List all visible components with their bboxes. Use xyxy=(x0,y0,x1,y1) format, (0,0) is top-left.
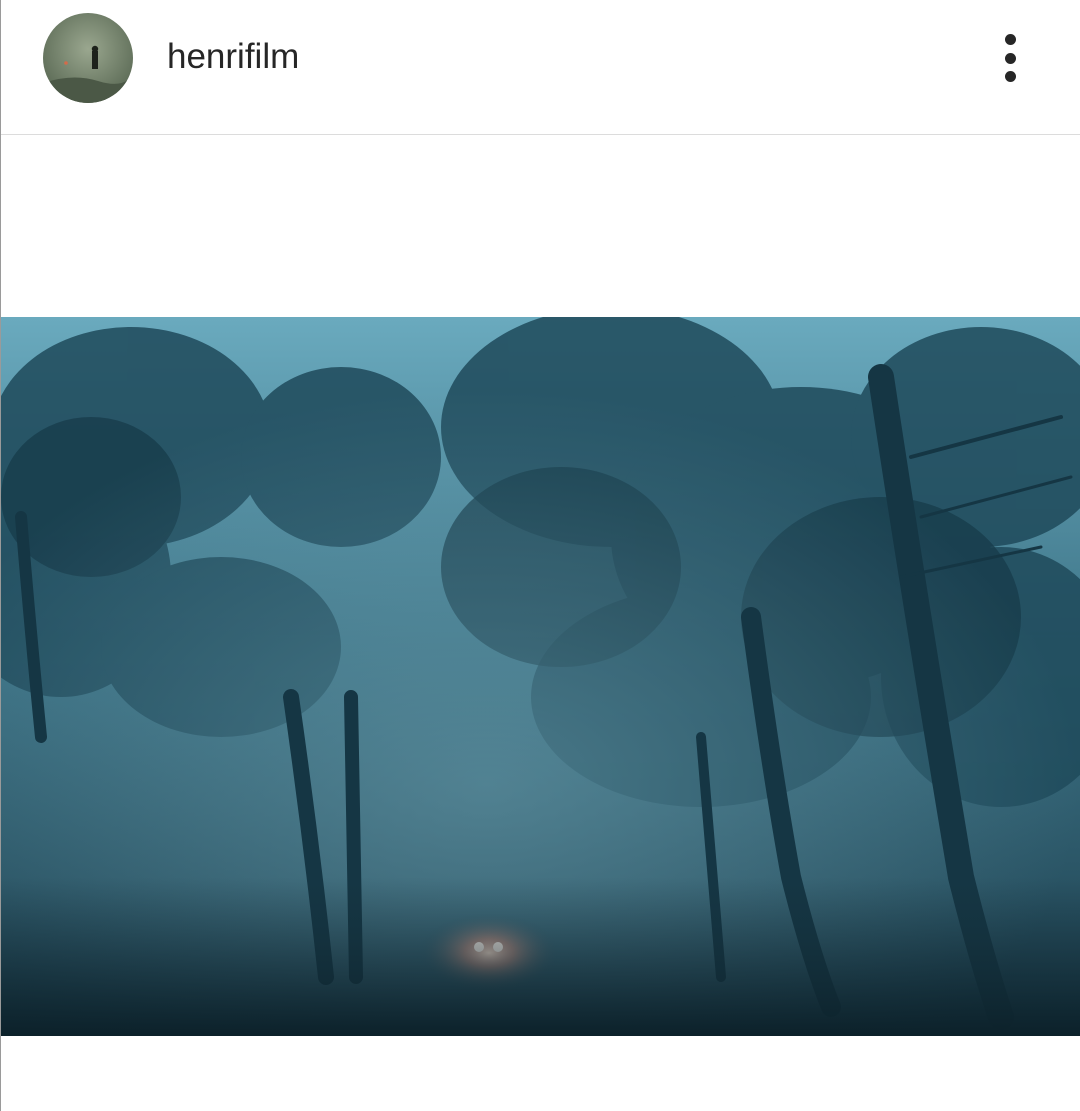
username[interactable]: henrifilm xyxy=(167,37,299,77)
instagram-post: henrifilm xyxy=(0,0,1080,1111)
dot xyxy=(1005,34,1016,45)
post-header: henrifilm xyxy=(1,0,1080,135)
profile-photo-icon xyxy=(43,13,133,103)
more-options-icon[interactable] xyxy=(987,30,1033,86)
post-photo[interactable] xyxy=(1,317,1080,1036)
dot xyxy=(1005,53,1016,64)
foggy-forest-photo xyxy=(1,317,1080,1036)
dot xyxy=(1005,71,1016,82)
avatar[interactable] xyxy=(43,13,133,103)
